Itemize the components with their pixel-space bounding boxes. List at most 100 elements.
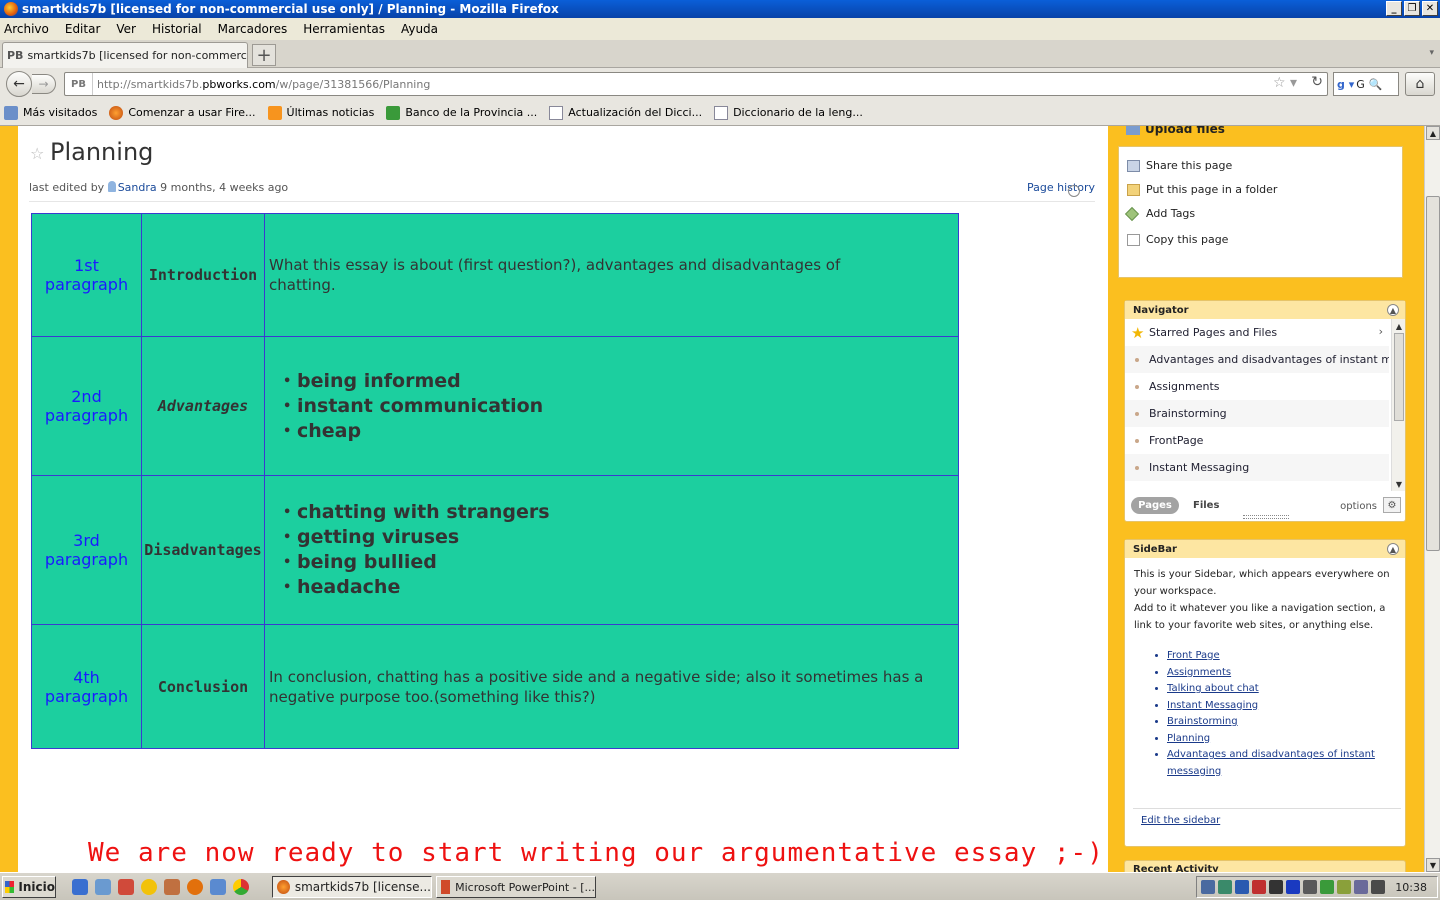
- tag-icon: [1124, 206, 1140, 221]
- starred-pages-item[interactable]: ★ Starred Pages and Files ›: [1125, 319, 1389, 346]
- url-bar[interactable]: PB http://smartkids7b. pbworks.com/w/page…: [64, 72, 1328, 96]
- tray-icon[interactable]: [1269, 880, 1283, 894]
- tray-icon[interactable]: [1252, 880, 1266, 894]
- navigator-widget: Navigator ▲ ★ Starred Pages and Files › …: [1124, 300, 1406, 522]
- taskbar-firefox[interactable]: smartkids7b [license...: [272, 876, 432, 898]
- bookmark-star-icon[interactable]: ☆ ▾: [1273, 75, 1297, 91]
- menu-ver[interactable]: Ver: [116, 22, 136, 36]
- sidebar-link[interactable]: Brainstorming: [1167, 714, 1396, 731]
- bookmark-mas-visitados[interactable]: Más visitados: [4, 105, 97, 120]
- tray-icon[interactable]: [1235, 880, 1249, 894]
- page-history-link[interactable]: Page history: [1027, 181, 1095, 197]
- outlook-icon[interactable]: [95, 879, 111, 895]
- sidebar-link[interactable]: Advantages and disadvantages of instant …: [1167, 747, 1396, 780]
- window-title: smartkids7b [licensed for non-commercial…: [22, 2, 559, 16]
- magnifier-icon[interactable]: 🔍: [1369, 78, 1383, 91]
- chrome-icon[interactable]: [233, 879, 249, 895]
- close-button[interactable]: ✕: [1422, 1, 1438, 16]
- options-link[interactable]: options: [1340, 501, 1377, 512]
- taskbar-powerpoint[interactable]: Microsoft PowerPoint - [...: [436, 876, 596, 898]
- paint-icon[interactable]: [118, 879, 134, 895]
- list-item[interactable]: Advantages and disadvantages of instant …: [1125, 346, 1389, 373]
- bookmark-banco-provincia[interactable]: Banco de la Provincia ...: [386, 105, 537, 120]
- forward-button[interactable]: →: [32, 74, 56, 94]
- menu-herramientas[interactable]: Herramientas: [303, 22, 385, 36]
- sidebar-link[interactable]: Assignments: [1167, 665, 1396, 682]
- gear-icon[interactable]: ⚙: [1383, 497, 1401, 513]
- tool-icon[interactable]: [164, 879, 180, 895]
- menu-archivo[interactable]: Archivo: [4, 22, 49, 36]
- list-item[interactable]: Brainstorming: [1125, 400, 1389, 427]
- copy-icon: [1127, 233, 1140, 246]
- tab-planning[interactable]: PB smartkids7b [licensed for non-commerc…: [2, 42, 248, 68]
- author-link[interactable]: Sandra: [118, 181, 157, 194]
- page-icon: [714, 105, 729, 120]
- resize-grip[interactable]: [1243, 515, 1289, 519]
- collapse-icon[interactable]: ▲: [1387, 304, 1399, 316]
- last-edited-info: last edited by Sandra 9 months, 4 weeks …: [29, 181, 289, 194]
- bookmark-diccionario-lengua[interactable]: Diccionario de la leng...: [714, 105, 863, 120]
- list-item[interactable]: FrontPage: [1125, 427, 1389, 454]
- folder-icon: [1127, 183, 1140, 196]
- media-icon[interactable]: [1286, 880, 1300, 894]
- app-icon[interactable]: [210, 879, 226, 895]
- bookmark-ultimas-noticias[interactable]: Últimas noticias: [267, 105, 374, 120]
- url-domain: pbworks.com: [202, 77, 276, 91]
- reload-icon[interactable]: ↻: [1311, 74, 1323, 90]
- messenger-icon[interactable]: [141, 879, 157, 895]
- scroll-thumb[interactable]: [1394, 333, 1404, 421]
- sidebar-link[interactable]: Talking about chat: [1167, 681, 1396, 698]
- tray-icon[interactable]: [1354, 880, 1368, 894]
- bookmark-actualizacion-diccionario[interactable]: Actualización del Dicci...: [549, 105, 702, 120]
- navigator-scrollbar[interactable]: ▲ ▼: [1391, 319, 1405, 491]
- scroll-down-icon[interactable]: ▼: [1393, 478, 1405, 490]
- bookmark-comenzar-firefox[interactable]: Comenzar a usar Fire...: [109, 105, 256, 120]
- menu-historial[interactable]: Historial: [152, 22, 202, 36]
- pages-tab[interactable]: Pages: [1131, 497, 1179, 514]
- tab-list-chevron-icon[interactable]: ▾: [1429, 48, 1434, 58]
- site-identity-button[interactable]: PB: [65, 73, 93, 95]
- ie-icon[interactable]: [72, 879, 88, 895]
- search-box[interactable]: g ▾ G 🔍: [1333, 72, 1399, 96]
- section-label: Disadvantages: [141, 475, 265, 625]
- share-page-link[interactable]: Share this page: [1127, 159, 1232, 172]
- rss-icon: [267, 105, 282, 120]
- new-tab-button[interactable]: +: [252, 44, 276, 66]
- tray-icon[interactable]: [1303, 880, 1317, 894]
- scroll-down-icon[interactable]: ▼: [1426, 858, 1440, 872]
- sidebar-link[interactable]: Instant Messaging: [1167, 698, 1396, 715]
- edit-sidebar-link[interactable]: Edit the sidebar: [1125, 815, 1405, 826]
- minimize-button[interactable]: _: [1386, 1, 1402, 16]
- list-item[interactable]: Instant Messaging: [1125, 454, 1389, 481]
- sidebar-link[interactable]: Front Page: [1167, 648, 1396, 665]
- tray-icon[interactable]: [1320, 880, 1334, 894]
- files-tab[interactable]: Files: [1193, 500, 1219, 511]
- star-page-icon[interactable]: ☆: [30, 144, 44, 163]
- menu-ayuda[interactable]: Ayuda: [401, 22, 438, 36]
- sidebar-link[interactable]: Planning: [1167, 731, 1396, 748]
- tray-icon[interactable]: [1337, 880, 1351, 894]
- scroll-up-icon[interactable]: ▲: [1426, 126, 1440, 140]
- collapse-icon[interactable]: ▲: [1387, 543, 1399, 555]
- upload-files-link[interactable]: Upload files: [1126, 126, 1424, 136]
- tray-icon[interactable]: [1218, 880, 1232, 894]
- add-tags-link[interactable]: Add Tags: [1124, 206, 1195, 221]
- menu-marcadores[interactable]: Marcadores: [218, 22, 288, 36]
- folder-page-link[interactable]: Put this page in a folder: [1127, 183, 1277, 196]
- list-item: instant communication: [283, 394, 958, 419]
- recent-activity-header[interactable]: Recent Activity: [1124, 860, 1406, 872]
- scroll-thumb[interactable]: [1426, 196, 1440, 551]
- maximize-button[interactable]: ❐: [1404, 1, 1420, 16]
- menu-editar[interactable]: Editar: [65, 22, 101, 36]
- back-button[interactable]: ←: [6, 71, 32, 97]
- start-button[interactable]: Inicio: [2, 876, 56, 898]
- network-icon[interactable]: [1201, 880, 1215, 894]
- scroll-up-icon[interactable]: ▲: [1393, 320, 1405, 332]
- volume-icon[interactable]: [1371, 880, 1385, 894]
- google-icon[interactable]: g ▾: [1337, 78, 1354, 91]
- list-item[interactable]: Assignments: [1125, 373, 1389, 400]
- home-button[interactable]: ⌂: [1405, 72, 1435, 96]
- copy-page-link[interactable]: Copy this page: [1127, 233, 1228, 246]
- firefox-icon[interactable]: [187, 879, 203, 895]
- page-scrollbar[interactable]: ▲ ▼: [1424, 126, 1440, 872]
